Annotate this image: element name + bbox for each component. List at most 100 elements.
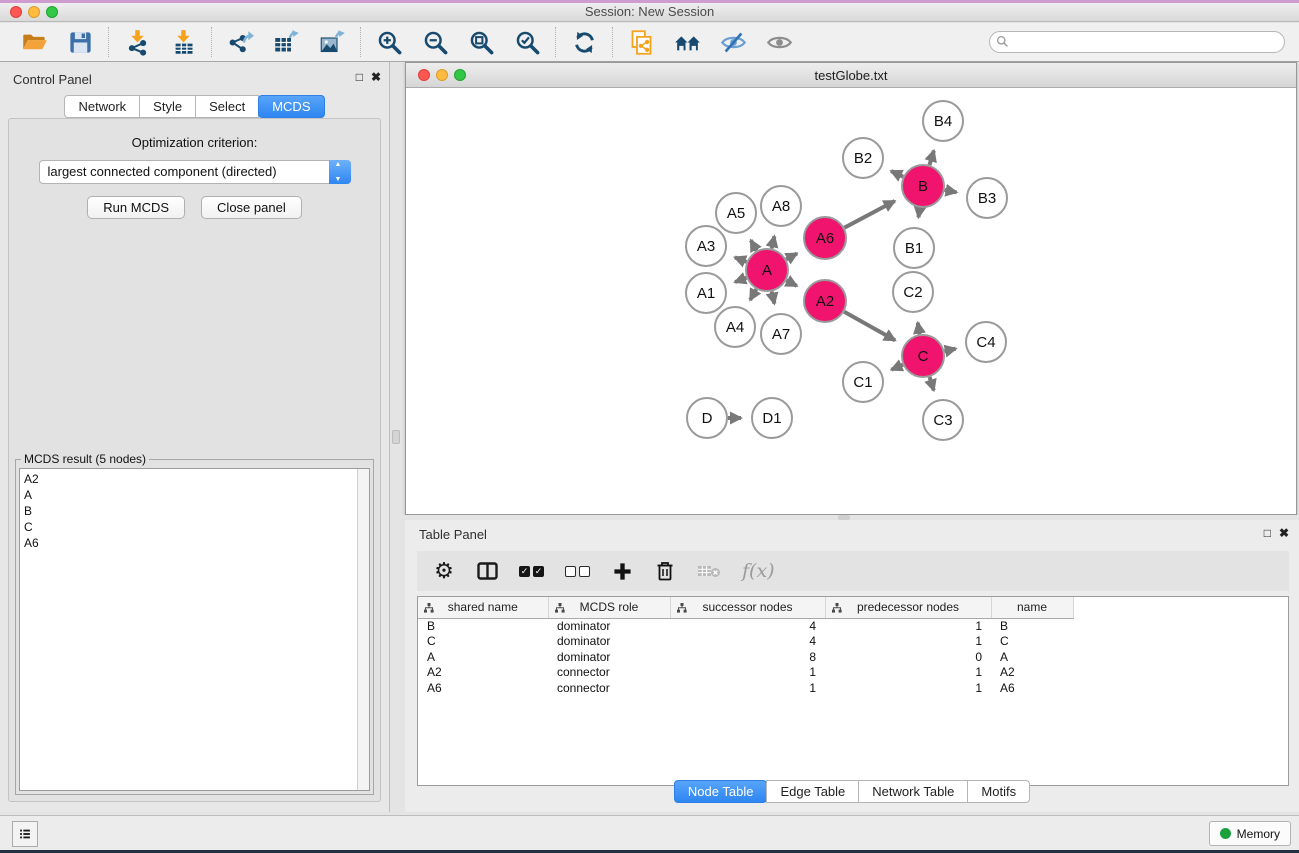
graph-node-A5[interactable] <box>716 193 756 233</box>
table-cell[interactable]: B <box>991 618 1073 634</box>
show-graphics-details-button[interactable] <box>764 27 794 57</box>
table-cell[interactable]: A6 <box>991 680 1073 696</box>
graph-node-C[interactable] <box>902 335 944 377</box>
mcds-result-item[interactable]: A2 <box>24 471 369 487</box>
graph-edge-B-B1[interactable] <box>918 208 919 218</box>
graph-edge-A-A1[interactable] <box>735 278 746 282</box>
graph-node-B4[interactable] <box>923 101 963 141</box>
graph-edge-C-C2[interactable] <box>918 323 920 335</box>
graph-node-A3[interactable] <box>686 226 726 266</box>
table-cell[interactable]: 1 <box>670 665 825 681</box>
table-float-panel-icon[interactable]: □ <box>1264 526 1271 540</box>
graph-edge-A-A2[interactable] <box>786 280 796 286</box>
network-canvas[interactable]: B4B2BB3A8A5A6A3B1AA1C2A2A4A7C4CC1C3DD1 <box>406 89 1296 514</box>
table-cell[interactable]: C <box>418 634 548 650</box>
column-header-MCDS-role[interactable]: MCDS role <box>548 597 670 618</box>
task-history-button[interactable] <box>12 821 38 847</box>
mcds-result-item[interactable]: A <box>24 487 369 503</box>
table-cell[interactable]: A6 <box>418 680 548 696</box>
graph-node-B3[interactable] <box>967 178 1007 218</box>
hide-graphics-details-button[interactable] <box>718 27 748 57</box>
zoom-fit-button[interactable] <box>466 27 496 57</box>
column-header-name[interactable]: name <box>991 597 1073 618</box>
create-column-button[interactable] <box>611 558 633 584</box>
graph-node-C3[interactable] <box>923 400 963 440</box>
zoom-window-icon[interactable] <box>46 6 58 18</box>
zoom-selected-button[interactable] <box>512 27 542 57</box>
tab-mcds[interactable]: MCDS <box>258 95 324 118</box>
table-row[interactable]: Bdominator41B <box>418 618 1288 634</box>
graph-edge-C-C1[interactable] <box>891 365 902 370</box>
graph-node-A1[interactable] <box>686 273 726 313</box>
vertical-splitter-handle-icon[interactable] <box>392 430 400 444</box>
table-cell[interactable]: 1 <box>825 634 991 650</box>
table-cell[interactable]: 1 <box>825 665 991 681</box>
float-panel-icon[interactable]: □ <box>356 70 363 84</box>
graph-edge-A6-B[interactable] <box>844 201 894 228</box>
zoom-out-button[interactable] <box>420 27 450 57</box>
table-row[interactable]: Cdominator41C <box>418 634 1288 650</box>
graph-node-C4[interactable] <box>966 322 1006 362</box>
close-panel-icon[interactable]: ✖ <box>371 70 381 84</box>
table-cell[interactable]: A <box>991 649 1073 665</box>
table-cell[interactable]: C <box>991 634 1073 650</box>
zoom-in-button[interactable] <box>374 27 404 57</box>
tab-edge-table[interactable]: Edge Table <box>766 780 859 803</box>
graph-edge-C-C4[interactable] <box>944 349 955 352</box>
mcds-result-item[interactable]: B <box>24 503 369 519</box>
table-cell[interactable]: B <box>418 618 548 634</box>
table-settings-button[interactable]: ⚙ <box>433 558 455 584</box>
minimize-window-icon[interactable] <box>28 6 40 18</box>
graph-edge-B-B4[interactable] <box>929 151 933 165</box>
graph-node-A4[interactable] <box>715 307 755 347</box>
graph-edge-A2-C[interactable] <box>844 312 895 341</box>
tab-style[interactable]: Style <box>139 95 196 118</box>
table-row[interactable]: Adominator80A <box>418 649 1288 665</box>
network-minimize-icon[interactable] <box>436 69 448 81</box>
table-cell[interactable]: 4 <box>670 618 825 634</box>
graph-edge-B-B2[interactable] <box>891 171 903 177</box>
column-header-shared-name[interactable]: shared name <box>418 597 548 618</box>
network-window-titlebar[interactable]: testGlobe.txt <box>406 63 1296 88</box>
graph-node-C1[interactable] <box>843 362 883 402</box>
show-all-networks-button[interactable] <box>672 27 702 57</box>
graph-node-B2[interactable] <box>843 138 883 178</box>
tab-network[interactable]: Network <box>64 95 140 118</box>
table-cell[interactable]: A2 <box>991 665 1073 681</box>
table-cell[interactable]: connector <box>548 680 670 696</box>
deselect-all-columns-button[interactable] <box>565 558 590 584</box>
table-cell[interactable]: 1 <box>825 618 991 634</box>
column-header-predecessor-nodes[interactable]: predecessor nodes <box>825 597 991 618</box>
graph-edge-B-B3[interactable] <box>945 190 957 192</box>
column-header-successor-nodes[interactable]: successor nodes <box>670 597 825 618</box>
export-network-button[interactable] <box>225 27 255 57</box>
tab-select[interactable]: Select <box>195 95 259 118</box>
tab-node-table[interactable]: Node Table <box>674 780 768 803</box>
table-cell[interactable]: dominator <box>548 618 670 634</box>
network-close-icon[interactable] <box>418 69 430 81</box>
select-all-columns-button[interactable]: ✓✓ <box>519 558 544 584</box>
memory-button[interactable]: Memory <box>1209 821 1291 846</box>
table-cell[interactable]: 1 <box>825 680 991 696</box>
tab-network-table[interactable]: Network Table <box>858 780 968 803</box>
graph-node-A7[interactable] <box>761 314 801 354</box>
table-row[interactable]: A2connector11A2 <box>418 665 1288 681</box>
import-table-button[interactable] <box>168 27 198 57</box>
graph-edge-A-A5[interactable] <box>751 240 757 250</box>
export-table-button[interactable] <box>271 27 301 57</box>
open-session-button[interactable] <box>19 27 49 57</box>
table-row[interactable]: A6connector11A6 <box>418 680 1288 696</box>
table-cell[interactable]: 1 <box>670 680 825 696</box>
save-session-button[interactable] <box>65 27 95 57</box>
import-network-button[interactable] <box>122 27 152 57</box>
mcds-list-scrollbar[interactable] <box>357 469 369 790</box>
network-from-file-button[interactable] <box>626 27 656 57</box>
table-cell[interactable]: A <box>418 649 548 665</box>
mcds-result-item[interactable]: A6 <box>24 535 369 551</box>
graph-edge-A-A7[interactable] <box>772 291 775 303</box>
refresh-button[interactable] <box>569 27 599 57</box>
table-cell[interactable]: dominator <box>548 649 670 665</box>
graph-edge-A-A4[interactable] <box>750 289 756 300</box>
close-panel-button[interactable]: Close panel <box>201 196 302 219</box>
network-zoom-icon[interactable] <box>454 69 466 81</box>
